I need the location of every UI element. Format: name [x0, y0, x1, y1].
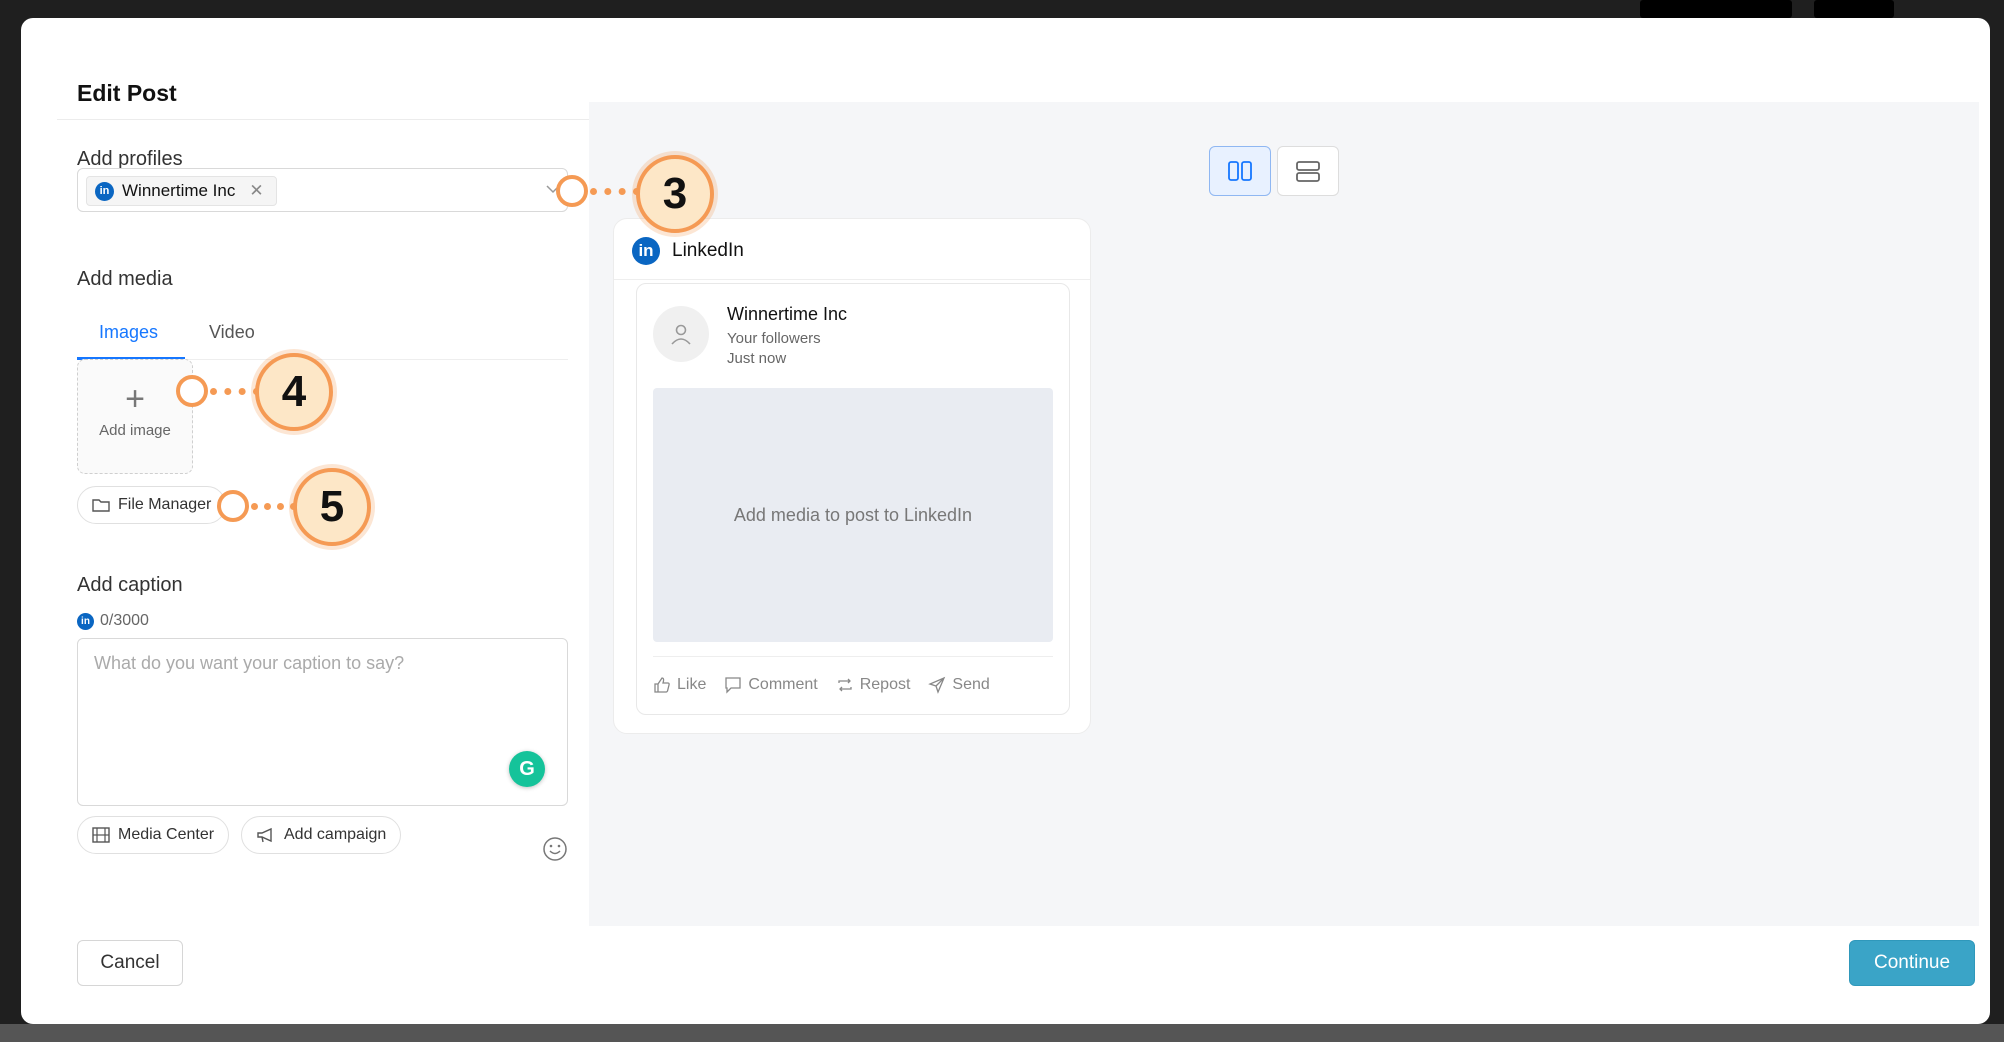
grammarly-icon[interactable]: G — [509, 751, 545, 787]
user-icon — [671, 324, 691, 345]
megaphone-icon — [257, 827, 272, 843]
emoji-icon[interactable] — [542, 836, 568, 862]
post-preview: Winnertime Inc Your followers Just now A… — [636, 283, 1070, 715]
add-caption-label: Add caption — [77, 574, 183, 596]
background-app-bar — [1640, 0, 1792, 18]
preview-network-name: LinkedIn — [672, 240, 744, 261]
linkedin-icon: in — [77, 612, 94, 630]
post-author-name: Winnertime Inc — [727, 304, 848, 324]
caption-input[interactable] — [78, 639, 567, 805]
comment-label: Comment — [748, 676, 818, 693]
callout-3-target — [556, 175, 588, 207]
comment-action: Comment — [724, 676, 818, 694]
send-action: Send — [928, 676, 990, 694]
actions-divider — [653, 656, 1053, 657]
folder-icon — [92, 499, 110, 512]
add-media-label: Add media — [77, 268, 173, 290]
linkedin-preview-card: in LinkedIn Winnertime Inc Your follower… — [613, 218, 1091, 734]
profile-select[interactable]: in Winnertime Inc ✕ — [77, 168, 568, 212]
cancel-button[interactable]: Cancel — [77, 940, 183, 986]
caption-counter: in 0/3000 — [77, 612, 149, 630]
background-app-bar — [1814, 0, 1894, 18]
avatar — [653, 306, 709, 362]
rows-icon — [1296, 161, 1320, 182]
media-tabs: Images Video — [77, 310, 568, 360]
plus-icon: + — [125, 380, 145, 418]
send-label: Send — [952, 676, 990, 693]
side-by-side-layout-button[interactable] — [1209, 146, 1271, 196]
media-placeholder: Add media to post to LinkedIn — [653, 388, 1053, 642]
continue-button[interactable]: Continue — [1849, 940, 1975, 986]
callout-4-target — [176, 375, 208, 407]
comment-icon — [725, 677, 742, 694]
file-manager-label: File Manager — [118, 496, 212, 513]
caption-counter-value: 0/3000 — [100, 612, 149, 629]
like-label: Like — [677, 676, 707, 693]
columns-icon — [1228, 161, 1252, 181]
like-action: Like — [653, 676, 706, 694]
file-manager-button[interactable]: File Manager — [77, 486, 227, 524]
post-audience: Your followers — [727, 330, 821, 347]
preview-panel: in LinkedIn Winnertime Inc Your follower… — [589, 102, 1979, 926]
callout-4-badge: 4 — [255, 353, 333, 431]
send-icon — [928, 676, 946, 694]
add-image-button[interactable]: + Add image — [77, 359, 193, 474]
add-image-label: Add image — [99, 422, 171, 439]
callout-4-connector — [210, 388, 260, 395]
tab-images[interactable]: Images — [99, 322, 158, 343]
stacked-layout-button[interactable] — [1277, 146, 1339, 196]
preview-network-header: in LinkedIn — [632, 237, 744, 265]
media-center-label: Media Center — [118, 826, 215, 843]
callout-3-connector — [590, 188, 640, 195]
post-time: Just now — [727, 350, 787, 367]
background-app-footer — [0, 1024, 2004, 1042]
linkedin-icon: in — [632, 237, 660, 265]
tab-video[interactable]: Video — [209, 322, 255, 343]
add-campaign-label: Add campaign — [284, 826, 387, 843]
linkedin-icon: in — [95, 181, 114, 201]
callout-5-badge: 5 — [293, 468, 371, 546]
remove-profile-icon[interactable]: ✕ — [249, 181, 263, 201]
callout-5-connector — [251, 503, 297, 510]
callout-5-target — [217, 490, 249, 522]
thumbs-up-icon — [654, 677, 670, 693]
film-icon — [92, 827, 110, 843]
media-center-button[interactable]: Media Center — [77, 816, 230, 854]
callout-3-badge: 3 — [636, 155, 714, 233]
post-author: Winnertime Inc Your followers Just now — [727, 304, 847, 367]
preview-header-divider — [614, 279, 1090, 280]
post-actions: Like Comment Repost Send — [653, 676, 990, 694]
repost-label: Repost — [859, 676, 911, 693]
repost-action: Repost — [836, 676, 911, 694]
profile-chip: in Winnertime Inc ✕ — [86, 176, 277, 206]
repost-icon — [838, 678, 852, 692]
add-campaign-button[interactable]: Add campaign — [241, 816, 402, 854]
profile-chip-label: Winnertime Inc — [122, 181, 236, 200]
caption-field: G — [77, 638, 568, 806]
